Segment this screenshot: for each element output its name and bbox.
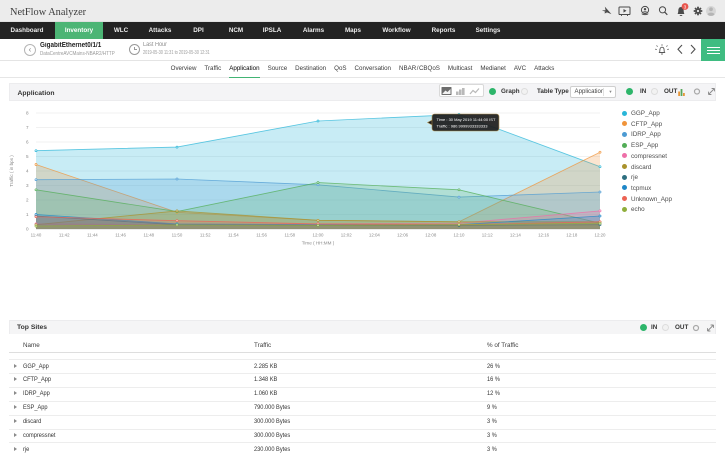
svg-text:2: 2 <box>26 198 29 203</box>
svg-text:11:52: 11:52 <box>200 233 211 238</box>
svg-text:11:50: 11:50 <box>172 233 183 238</box>
svg-text:3: 3 <box>684 4 687 10</box>
svg-text:Traffic ( in bps ): Traffic ( in bps ) <box>9 155 14 187</box>
svg-text:11:42: 11:42 <box>59 233 70 238</box>
svg-text:6: 6 <box>26 140 29 145</box>
svg-text:11:54: 11:54 <box>228 233 239 238</box>
svg-text:12:10: 12:10 <box>454 233 466 238</box>
svg-text:12:02: 12:02 <box>341 233 353 238</box>
svg-text:12:14: 12:14 <box>510 233 522 238</box>
svg-text:7: 7 <box>26 125 29 130</box>
svg-text:4: 4 <box>26 169 29 174</box>
svg-text:12:04: 12:04 <box>369 233 381 238</box>
svg-text:Traffic : 980.9999933333333: Traffic : 980.9999933333333 <box>437 124 489 129</box>
svg-text:12:18: 12:18 <box>566 233 578 238</box>
svg-text:12:16: 12:16 <box>538 233 550 238</box>
svg-text:Time ( HH:MM ): Time ( HH:MM ) <box>302 241 335 246</box>
svg-text:3: 3 <box>26 183 29 188</box>
svg-text:12:20: 12:20 <box>595 233 607 238</box>
svg-text:12:08: 12:08 <box>425 233 437 238</box>
svg-text:Time : 30 May 2019 11:44:00 IS: Time : 30 May 2019 11:44:00 IST <box>437 117 496 122</box>
svg-text:12:06: 12:06 <box>397 233 409 238</box>
svg-text:12:12: 12:12 <box>482 233 494 238</box>
svg-text:0: 0 <box>26 227 29 232</box>
svg-text:11:44: 11:44 <box>87 233 98 238</box>
svg-text:1: 1 <box>26 212 29 217</box>
svg-text:11:58: 11:58 <box>284 233 295 238</box>
svg-text:8: 8 <box>26 111 29 116</box>
svg-text:5: 5 <box>26 154 29 159</box>
svg-text:11:56: 11:56 <box>256 233 267 238</box>
svg-text:11:40: 11:40 <box>31 233 42 238</box>
svg-text:11:48: 11:48 <box>143 233 154 238</box>
svg-text:12:00: 12:00 <box>313 233 325 238</box>
svg-text:11:46: 11:46 <box>115 233 126 238</box>
